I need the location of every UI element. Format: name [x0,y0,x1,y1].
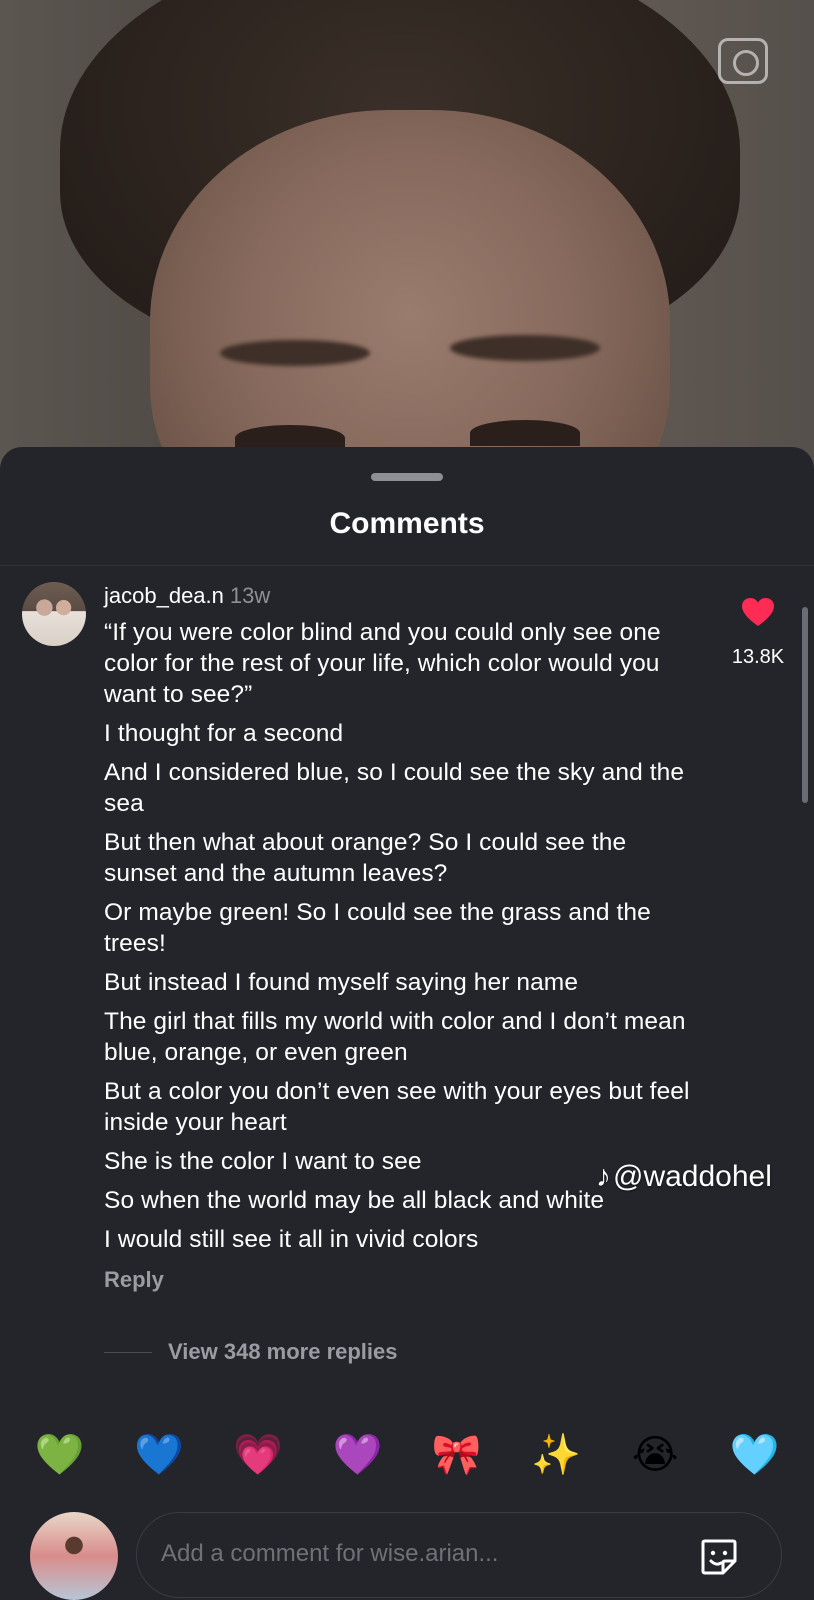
camera-icon[interactable] [718,38,768,84]
comment-line: I thought for a second [104,720,344,747]
comment-input-placeholder: Add a comment for wise.arian... [161,1540,499,1567]
heart-icon [742,598,774,626]
sheet-drag-handle[interactable] [371,473,443,481]
comment-username[interactable]: jacob_dea.n [104,583,224,608]
reply-button[interactable]: Reply [104,1267,704,1293]
purple-heart-emoji[interactable]: 💜 [327,1425,387,1485]
watermark-handle: @waddohel [613,1160,772,1193]
comment-header: jacob_dea.n 13w [104,581,704,611]
comment-line: The girl that fills my world with color … [104,1008,686,1066]
comment-line: But instead I found myself saying her na… [104,969,579,996]
sticker-icon[interactable] [699,1537,739,1577]
comment-line: And I considered blue, so I could see th… [104,759,685,817]
light-blue-heart-emoji[interactable]: 🩵 [724,1425,784,1485]
avatar[interactable] [22,582,86,646]
comment-line: Or maybe green! So I could see the grass… [104,899,651,957]
sheet-title: Comments [329,507,485,540]
comment-line: But a color you don’t even see with your… [104,1078,690,1136]
comment-timestamp: 13w [229,583,271,608]
green-heart-emoji[interactable]: 💚 [30,1425,90,1485]
like-button[interactable]: 13.8K [718,597,798,669]
comment-line: “If you were color blind and you could o… [104,619,661,708]
pink-heart-emoji[interactable]: 💗 [228,1425,288,1485]
view-replies-button[interactable]: View 348 more replies [104,1339,398,1365]
video-frame[interactable] [0,0,814,470]
sparkles-emoji[interactable]: ✨ [526,1425,586,1485]
view-replies-label: View 348 more replies [168,1339,398,1364]
comment-input[interactable]: Add a comment for wise.arian... [136,1512,782,1598]
divider [0,565,814,566]
video-subject-brow [450,335,600,361]
scrollbar[interactable] [802,607,808,803]
emoji-quick-bar: 💚 💙 💗 💜 🎀 ✨ 😭 🩵 [0,1425,814,1485]
video-subject-eye [470,420,580,446]
replies-divider [104,1351,152,1353]
like-count: 13.8K [731,646,785,668]
comment-line: But then what about orange? So I could s… [104,829,627,887]
tiktok-watermark: ♪ @waddohel [596,1160,772,1194]
ribbon-emoji[interactable]: 🎀 [427,1425,487,1485]
user-avatar[interactable] [30,1512,118,1600]
comment-line: I would still see it all in vivid colors [104,1226,479,1253]
video-subject-brow [220,340,370,366]
blue-heart-emoji[interactable]: 💙 [129,1425,189,1485]
tiktok-logo-icon: ♪ [596,1160,611,1193]
crying-face-emoji[interactable]: 😭 [625,1425,685,1485]
